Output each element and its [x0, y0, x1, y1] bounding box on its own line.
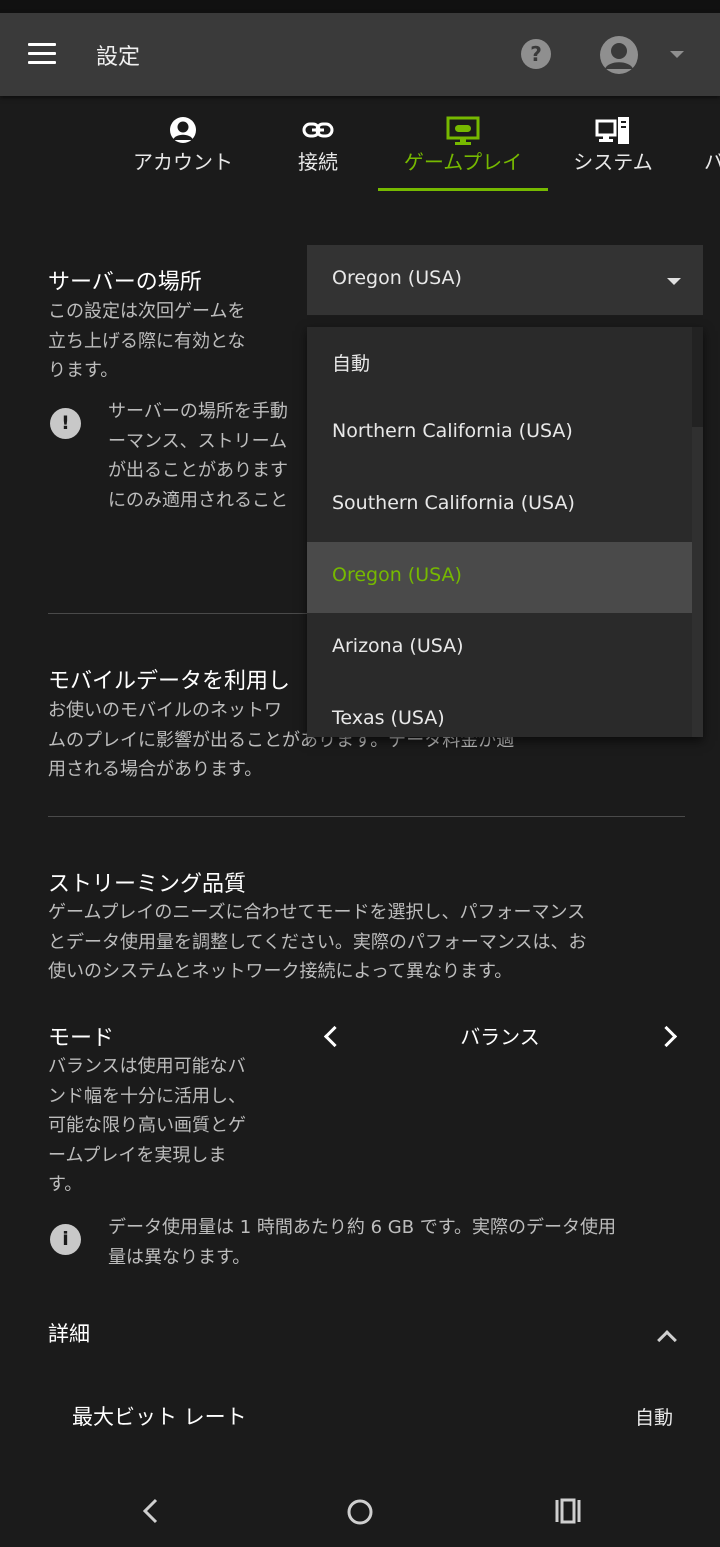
tab-more[interactable]: バ [700, 96, 720, 192]
system-icon [595, 117, 629, 144]
mode-value: バランス [460, 1025, 540, 1049]
tab-label: ゲームプレイ [403, 150, 523, 174]
recent-apps-icon[interactable] [554, 1498, 582, 1524]
server-location-select[interactable]: Oregon (USA) [307, 245, 703, 315]
streaming-quality-title: ストリーミング品質 [48, 872, 247, 897]
help-icon[interactable]: ? [521, 39, 551, 69]
avatar-icon[interactable] [600, 36, 638, 74]
server-location-title: サーバーの場所 [48, 270, 202, 295]
streaming-quality-desc: ゲームプレイのニーズに合わせてモードを選択し、パフォーマンス とデータ使用量を調… [48, 902, 587, 982]
tab-connection[interactable]: 接続 [268, 96, 368, 192]
app-bar: 設定 ? [0, 13, 720, 96]
max-bitrate-label: 最大ビット レート [72, 1405, 247, 1429]
home-icon[interactable] [346, 1498, 374, 1526]
server-location-desc: この設定は次回ゲームを 立ち上げる際に有効とな ります。 [48, 301, 246, 381]
tab-bar: アカウント 接続 ゲームプレイ システム バ [0, 96, 720, 192]
mode-title: モード [48, 1026, 115, 1051]
account-icon [170, 117, 196, 143]
details-title: 詳細 [48, 1322, 90, 1346]
tab-label: アカウント [133, 150, 233, 174]
system-nav-bar [0, 1460, 720, 1547]
tab-label: バ [704, 150, 720, 174]
mobile-data-title: モバイルデータを利用し [48, 669, 291, 694]
option-texas[interactable]: Texas (USA) [307, 685, 692, 737]
tab-gameplay[interactable]: ゲームプレイ [388, 96, 538, 192]
tab-system[interactable]: システム [558, 96, 668, 192]
mode-desc: バランスは使用可能なバ ンド幅を十分に活用し、 可能な限り高い画質とゲ ームプレ… [48, 1056, 246, 1195]
gameplay-icon [446, 116, 480, 145]
link-icon [302, 122, 334, 138]
dropdown-arrow-icon [667, 278, 681, 285]
collapse-details-icon[interactable] [657, 1330, 677, 1350]
info-icon: i [50, 1224, 81, 1255]
data-usage-info: データ使用量は 1 時間あたり約 6 GB です。実際のデータ使用 量は異なりま… [108, 1217, 617, 1268]
option-southern-california[interactable]: Southern California (USA) [307, 470, 692, 541]
tab-account[interactable]: アカウント [118, 96, 248, 192]
mode-next-icon[interactable] [655, 1025, 678, 1048]
server-warning-text: サーバーの場所を手動 ーマンス、ストリーム が出ることがあります にのみ適用され… [108, 401, 288, 511]
max-bitrate-value[interactable]: 自動 [600, 1403, 673, 1430]
option-oregon[interactable]: Oregon (USA) [307, 542, 692, 613]
menu-icon[interactable] [28, 43, 56, 65]
option-arizona[interactable]: Arizona (USA) [307, 613, 692, 684]
divider [48, 816, 685, 817]
status-bar [0, 0, 720, 13]
selected-value: Oregon (USA) [332, 267, 462, 289]
active-tab-indicator [378, 188, 548, 191]
page-title: 設定 [96, 45, 141, 70]
option-northern-california[interactable]: Northern California (USA) [307, 398, 692, 469]
account-dropdown-icon[interactable] [670, 51, 684, 58]
alert-icon: ! [50, 408, 81, 439]
back-icon[interactable] [140, 1498, 162, 1524]
dropdown-scrollbar-thumb[interactable] [692, 427, 703, 737]
mode-prev-icon[interactable] [323, 1025, 346, 1048]
tab-label: 接続 [298, 150, 338, 174]
tab-label: システム [573, 150, 653, 174]
server-location-dropdown: 自動 Northern California (USA) Southern Ca… [307, 327, 703, 737]
option-auto[interactable]: 自動 [307, 327, 692, 398]
